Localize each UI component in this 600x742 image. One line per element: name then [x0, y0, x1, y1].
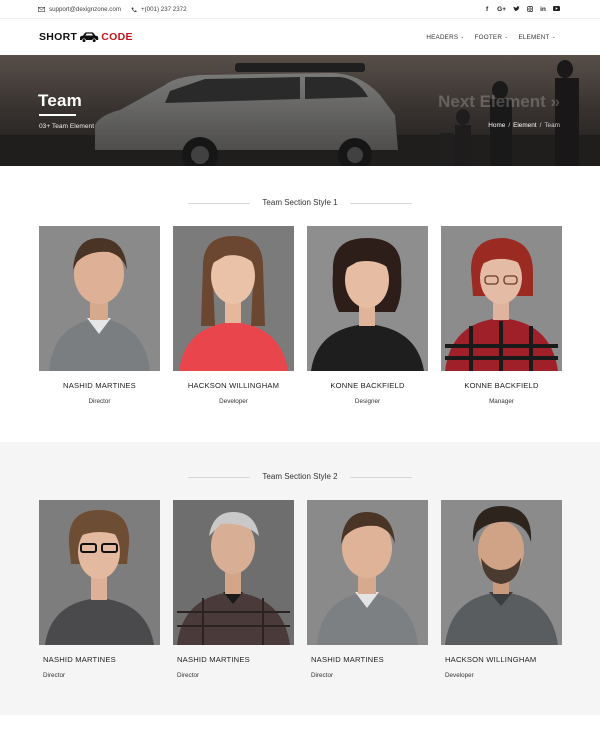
chevron-down-icon: ⌄ [504, 34, 509, 40]
team-member-role: Developer [445, 672, 474, 679]
nav-item-headers[interactable]: HEADERS ⌄ [426, 34, 464, 41]
team-member-role: Director [88, 398, 111, 405]
page-subtitle: 03+ Team Element [39, 123, 95, 130]
team-member-role: Director [43, 672, 66, 679]
team-section-style-2: Team Section Style 2 NASHID MARTINES Dir… [0, 442, 600, 715]
team-member-name: HACKSON WILLINGHAM [445, 655, 537, 664]
car-logo-icon [80, 31, 99, 43]
team-member-role: Director [311, 672, 334, 679]
team-member-photo [307, 226, 428, 371]
team-member-name: KONNE BACKFIELD [330, 381, 405, 390]
page-banner: Team 03+ Team Element Next Element » Hom… [0, 55, 600, 166]
chevron-down-icon: ⌄ [460, 34, 465, 40]
nav-label: ELEMENT [518, 33, 550, 41]
facebook-icon[interactable]: f [484, 6, 490, 13]
nav-label: FOOTER [474, 33, 503, 41]
google-plus-icon[interactable]: G+ [497, 6, 506, 13]
title-underline [39, 114, 76, 116]
youtube-icon[interactable] [553, 6, 560, 13]
contact-info: support@dexignzone.com +(001) 237 2372 [38, 0, 187, 19]
team-member-name: HACKSON WILLINGHAM [187, 381, 280, 390]
team-section-style-1: Team Section Style 1 NASHID MARTINES Dir… [0, 166, 600, 442]
breadcrumb-separator: / [539, 122, 542, 129]
site-logo[interactable]: SHORT CODE [39, 19, 133, 55]
team-member-role: Director [177, 672, 200, 679]
logo-text-short: SHORT [39, 31, 78, 43]
email-item[interactable]: support@dexignzone.com [38, 6, 121, 13]
team-member-photo [173, 500, 294, 645]
nav-label: HEADERS [426, 33, 459, 41]
team-member-photo [39, 500, 160, 645]
team-member-role: Designer [354, 398, 381, 405]
section-title-text: Team Section Style 1 [255, 198, 345, 207]
twitter-icon[interactable] [513, 5, 520, 14]
top-bar: support@dexignzone.com +(001) 237 2372 f… [0, 0, 600, 19]
site-header: SHORT CODE HEADERS ⌄ FOOTER ⌄ ELEMENT ⌄ [0, 19, 600, 55]
team-member-photo [39, 226, 160, 371]
nav-item-footer[interactable]: FOOTER ⌄ [475, 34, 509, 41]
social-links: f G+ in [484, 0, 560, 19]
phone-text: +(001) 237 2372 [140, 6, 187, 13]
logo-text-code: CODE [101, 31, 133, 43]
team-member-name: NASHID MARTINES [43, 655, 116, 664]
team-member-name: NASHID MARTINES [63, 381, 136, 390]
page-bottom-spacer [0, 715, 600, 742]
phone-icon [131, 7, 137, 12]
breadcrumb: Home / Element / Team [488, 122, 560, 129]
team-member-role: Manager [489, 398, 514, 405]
team-member-photo [441, 500, 562, 645]
envelope-icon [38, 7, 45, 12]
phone-item[interactable]: +(001) 237 2372 [131, 6, 187, 13]
page-title: Team [38, 91, 82, 110]
section-title-text: Team Section Style 2 [255, 472, 345, 481]
next-element-link[interactable]: Next Element » [438, 92, 560, 112]
instagram-icon[interactable] [527, 5, 533, 14]
team-member-role: Developer [219, 398, 248, 405]
section-title: Team Section Style 1 [0, 198, 600, 207]
breadcrumb-home[interactable]: Home [488, 122, 505, 129]
team-member-name: KONNE BACKFIELD [464, 381, 539, 390]
team-member-photo [173, 226, 294, 371]
linkedin-icon[interactable]: in [540, 6, 546, 13]
team-member-name: NASHID MARTINES [177, 655, 250, 664]
breadcrumb-separator: / [508, 122, 511, 129]
section-title: Team Section Style 2 [0, 472, 600, 481]
breadcrumb-current: Team [544, 122, 560, 129]
email-text: support@dexignzone.com [49, 6, 121, 13]
breadcrumb-element[interactable]: Element [513, 122, 536, 129]
chevron-down-icon: ⌄ [551, 34, 556, 40]
team-member-photo [307, 500, 428, 645]
main-nav: HEADERS ⌄ FOOTER ⌄ ELEMENT ⌄ [426, 19, 556, 55]
team-member-name: NASHID MARTINES [311, 655, 384, 664]
nav-item-element[interactable]: ELEMENT ⌄ [518, 34, 556, 41]
team-member-photo [441, 226, 562, 371]
